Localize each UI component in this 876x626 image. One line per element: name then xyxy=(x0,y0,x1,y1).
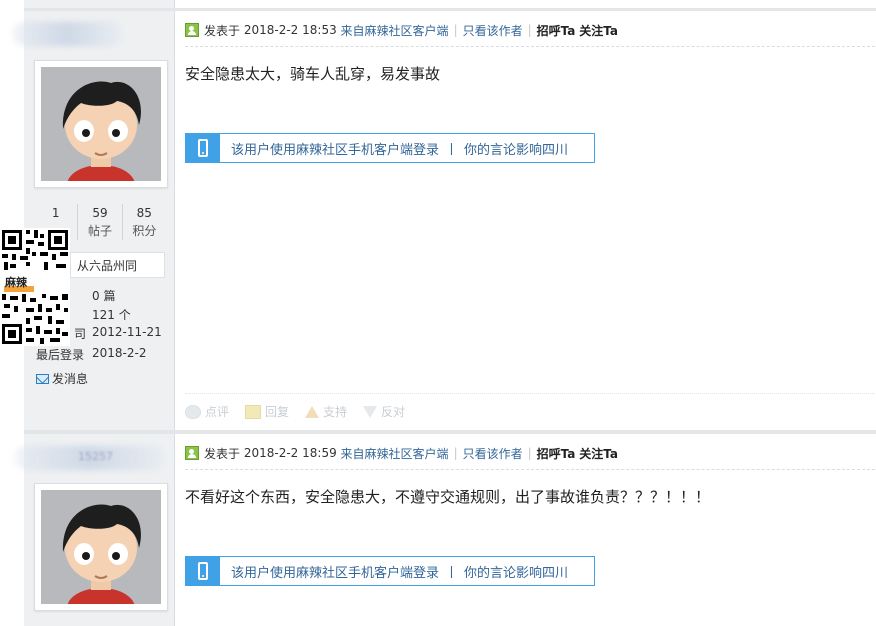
stat-label: 帖子 xyxy=(87,224,112,238)
oppose-button[interactable]: 反对 xyxy=(363,403,405,420)
greet-link[interactable]: 招呼Ta xyxy=(537,22,576,39)
send-message-link[interactable]: 发消息 xyxy=(36,370,88,387)
header-divider xyxy=(185,469,875,470)
info-value: 2018-2-2 xyxy=(92,346,147,360)
qr-code-image[interactable]: 麻辣 xyxy=(0,228,70,346)
envelope-icon xyxy=(36,373,49,384)
post-source-link[interactable]: 来自麻辣社区客户端 xyxy=(341,445,449,462)
author-rank: 从六品州同 xyxy=(70,252,165,278)
comment-icon xyxy=(185,404,201,419)
stat-item[interactable]: 85 积分 xyxy=(121,204,166,240)
reply-button[interactable]: 回复 xyxy=(245,403,289,420)
info-value: 121 个 xyxy=(92,308,131,322)
post-datetime: 2018-2-2 18:53 xyxy=(243,23,337,37)
online-status-icon xyxy=(185,23,199,37)
header-divider xyxy=(185,46,875,47)
oppose-label: 反对 xyxy=(381,405,406,419)
author-uid-blurred: 15257 xyxy=(78,450,113,463)
qr-badge-text: 麻辣 xyxy=(5,276,27,289)
mobile-icon-box xyxy=(186,134,220,162)
stat-item[interactable]: 59 帖子 xyxy=(77,204,121,240)
greet-link[interactable]: 招呼Ta xyxy=(537,445,576,462)
author-name-blurred xyxy=(12,22,122,46)
support-button[interactable]: 支持 xyxy=(305,403,347,420)
follow-link[interactable]: 关注Ta xyxy=(579,445,618,462)
info-value: 0 篇 xyxy=(92,289,116,303)
separator: | xyxy=(453,23,458,37)
follow-link[interactable]: 关注Ta xyxy=(579,22,618,39)
reply-label: 回复 xyxy=(265,405,290,419)
info-label: 最后登录 xyxy=(36,348,85,362)
thumb-down-icon xyxy=(363,405,378,418)
info-label: 司 xyxy=(74,327,87,341)
stat-value: 85 xyxy=(136,206,152,220)
send-message-label: 发消息 xyxy=(52,372,89,386)
online-status-icon xyxy=(185,446,199,460)
rate-label: 点评 xyxy=(205,405,230,419)
post-body-text: 不看好这个东西，安全隐患大，不遵守交通规则，出了事故谁负责？？？！！！ xyxy=(185,488,711,506)
only-author-link[interactable]: 只看该作者 xyxy=(463,22,523,39)
stat-value: 59 xyxy=(92,206,108,220)
mobile-banner-slogan: 你的言论影响四川 xyxy=(464,142,569,158)
post-source-link[interactable]: 来自麻辣社区客户端 xyxy=(341,22,449,39)
posted-prefix: 发表于 xyxy=(204,446,241,461)
mobile-banner-separator: 丨 xyxy=(445,565,459,581)
separator: | xyxy=(527,23,532,37)
thumb-up-icon xyxy=(305,405,320,418)
mobile-banner-text: 该用户使用麻辣社区手机客户端登录 xyxy=(231,565,440,581)
post-header: 发表于 2018-2-2 18:53 来自麻辣社区客户端 | 只看该作者 | 招… xyxy=(185,20,618,40)
post-datetime: 2018-2-2 18:59 xyxy=(243,446,337,460)
post-header: 发表于 2018-2-2 18:59 来自麻辣社区客户端 | 只看该作者 | 招… xyxy=(185,443,618,463)
phone-icon xyxy=(198,562,208,580)
post-top-border xyxy=(24,8,876,11)
posted-prefix: 发表于 xyxy=(204,23,241,38)
support-label: 支持 xyxy=(323,405,348,419)
avatar-image xyxy=(41,490,161,604)
post-actions: 点评 回复 支持 反对 xyxy=(185,403,405,420)
avatar[interactable] xyxy=(34,483,168,611)
info-value: 2012-11-21 xyxy=(92,325,162,339)
reply-icon xyxy=(245,404,262,419)
only-author-link[interactable]: 只看该作者 xyxy=(463,445,523,462)
post-body-text: 安全隐患太大，骑车人乱穿，易发事故 xyxy=(185,65,441,83)
mobile-client-banner[interactable]: 该用户使用麻辣社区手机客户端登录 丨 你的言论影响四川 xyxy=(185,133,595,163)
mobile-banner-separator: 丨 xyxy=(445,142,459,158)
stat-label: 积分 xyxy=(132,224,157,238)
separator: | xyxy=(527,446,532,460)
avatar[interactable] xyxy=(34,60,168,188)
mobile-client-banner[interactable]: 该用户使用麻辣社区手机客户端登录 丨 你的言论影响四川 xyxy=(185,556,595,586)
separator: | xyxy=(453,446,458,460)
forum-thread: 1 59 帖子 85 积分 从六品州同 0 篇 121 个 司 2012-11-… xyxy=(0,0,876,626)
rate-button[interactable]: 点评 xyxy=(185,403,229,420)
avatar-image xyxy=(41,67,161,181)
phone-icon xyxy=(198,139,208,157)
footer-divider xyxy=(185,393,875,394)
mobile-icon-box xyxy=(186,557,220,585)
mobile-banner-text: 该用户使用麻辣社区手机客户端登录 xyxy=(231,142,440,158)
mobile-banner-slogan: 你的言论影响四川 xyxy=(464,565,569,581)
stat-value: 1 xyxy=(51,206,60,220)
